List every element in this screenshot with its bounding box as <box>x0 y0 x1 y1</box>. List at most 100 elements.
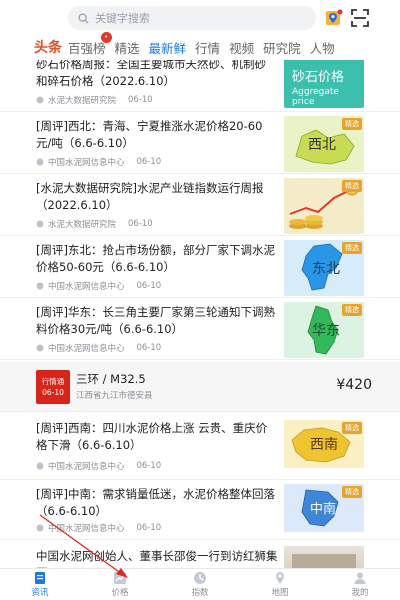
product-location: 江西省九江市德安县 <box>76 391 153 401</box>
news-thumbnail: 西南 精选 <box>284 420 364 468</box>
region-label: 华东 <box>312 323 340 339</box>
news-source: 水泥大数据研究院 <box>48 96 117 106</box>
news-thumbnail: 砂石价格 Aggregate price <box>284 60 364 108</box>
news-title: [水泥大数据研究院]水泥产业链指数运行周报（2022.6.10） <box>36 181 264 212</box>
product-name: 三环 / M32.5 <box>76 372 146 386</box>
map-marker-icon[interactable] <box>324 8 344 28</box>
market-quote-card[interactable]: 行情通 06-10 三环 / M32.5 江西省九江市德安县 ¥420 <box>0 362 400 412</box>
news-title: 中国水泥网创始人、董事长邵俊一行到访红狮集团 <box>36 549 278 568</box>
nav-label: 地图 <box>271 588 289 598</box>
bottom-navigation: 资讯 价格 指数 地图 我的 <box>0 568 400 600</box>
news-title: [周评]东北：抢占市场份额，部分厂家下调水泥价格50-60元（6.6-6.10） <box>36 243 275 274</box>
search-input[interactable]: 关键字搜索 <box>68 6 316 30</box>
news-item[interactable]: [周评]东北：抢占市场份额，部分厂家下调水泥价格50-60元（6.6-6.10）… <box>0 236 400 298</box>
market-badge: 行情通 06-10 <box>36 370 70 404</box>
news-title: [周评]西南：四川水泥价格上涨 云贵、重庆价格下滑（6.6-6.10） <box>36 421 268 452</box>
search-placeholder: 关键字搜索 <box>95 12 150 25</box>
news-meta: 中国水泥网信息中心 06-10 <box>36 342 161 354</box>
news-item[interactable]: 砂石价格周报：全国主要城市天然砂、机制砂和碎石价格（2022.6.10） 水泥大… <box>0 60 400 112</box>
news-item[interactable]: [周评]西南：四川水泥价格上涨 云贵、重庆价格下滑（6.6-6.10） 中国水泥… <box>0 414 400 480</box>
source-icon <box>36 462 44 470</box>
news-source: 中国水泥网信息中心 <box>48 462 125 472</box>
nav-news[interactable]: 资讯 <box>0 569 80 600</box>
news-meta: 中国水泥网信息中心 06-10 <box>36 156 161 168</box>
nav-label: 指数 <box>191 588 209 598</box>
news-item[interactable]: [周评]西北：青海、宁夏推涨水泥价格20-60元/吨（6.6-6.10） 中国水… <box>0 112 400 174</box>
news-source: 中国水泥网信息中心 <box>48 282 125 292</box>
news-meta: 水泥大数据研究院 06-10 <box>36 94 153 106</box>
region-label: 西南 <box>310 437 338 453</box>
featured-tag: 精选 <box>342 422 362 434</box>
nav-label: 资讯 <box>31 588 49 598</box>
news-meta: 中国水泥网信息中心 06-10 <box>36 522 161 534</box>
news-feed[interactable]: 砂石价格周报：全国主要城市天然砂、机制砂和碎石价格（2022.6.10） 水泥大… <box>0 60 400 568</box>
region-label: 东北 <box>312 261 340 277</box>
source-icon <box>36 524 44 532</box>
news-source: 中国水泥网信息中心 <box>48 158 125 168</box>
tab-research[interactable]: 研究院 <box>263 38 301 57</box>
featured-tag: 精选 <box>342 486 362 498</box>
tab-people[interactable]: 人物 <box>310 38 335 57</box>
news-meta: 中国水泥网信息中心 06-10 <box>36 280 161 292</box>
news-date: 06-10 <box>136 523 162 533</box>
news-thumbnail: 中南 精选 <box>284 484 364 532</box>
news-meta: 水泥大数据研究院 06-10 <box>36 218 153 230</box>
tab-market[interactable]: 行情 <box>195 38 220 57</box>
tab-headline[interactable]: 头条 <box>34 37 62 57</box>
news-source: 中国水泥网信息中心 <box>48 524 125 534</box>
news-title: 砂石价格周报：全国主要城市天然砂、机制砂和碎石价格（2022.6.10） <box>36 60 266 88</box>
tab-video[interactable]: 视频 <box>229 38 254 57</box>
nav-map[interactable]: 地图 <box>240 569 320 600</box>
news-item[interactable]: 中国水泥网创始人、董事长邵俊一行到访红狮集团 <box>0 540 400 568</box>
news-item[interactable]: [周评]中南：需求销量低迷，水泥价格整体回落（6.6-6.10） 中国水泥网信息… <box>0 480 400 540</box>
price-chart-icon <box>114 572 126 584</box>
profile-icon <box>354 572 366 584</box>
badge-title: 行情通 <box>41 377 65 386</box>
source-icon <box>36 220 44 228</box>
news-item[interactable]: [水泥大数据研究院]水泥产业链指数运行周报（2022.6.10） 水泥大数据研究… <box>0 174 400 236</box>
news-title: [周评]华东：长三角主要厂家第三轮通知下调熟料价格30元/吨（6.6-6.10） <box>36 305 275 336</box>
featured-tag: 精选 <box>342 304 362 316</box>
featured-tag: 精选 <box>342 242 362 254</box>
news-title: [周评]西北：青海、宁夏推涨水泥价格20-60元/吨（6.6-6.10） <box>36 119 263 150</box>
news-thumbnail <box>284 546 364 568</box>
news-source: 水泥大数据研究院 <box>48 220 117 230</box>
map-icon <box>276 572 284 584</box>
region-label: 中南 <box>310 502 337 517</box>
tab-featured[interactable]: 精选 <box>115 38 140 57</box>
scan-icon[interactable] <box>350 8 370 28</box>
news-date: 06-10 <box>136 281 162 291</box>
source-icon <box>36 344 44 352</box>
news-date: 06-10 <box>136 157 162 167</box>
thumb-line2: Aggregate price <box>292 87 339 107</box>
featured-tag: 精选 <box>342 180 362 192</box>
search-icon <box>78 12 89 24</box>
source-icon <box>36 158 44 166</box>
category-tabs: 头条 百强榜 • 精选 最新鲜 行情 视频 研究院 人物 <box>0 31 400 60</box>
news-thumbnail: 华东 精选 <box>284 302 364 358</box>
top-bar: 关键字搜索 <box>0 0 400 34</box>
nav-profile[interactable]: 我的 <box>320 569 400 600</box>
news-meta: 中国水泥网信息中心 06-10 <box>36 460 161 472</box>
source-icon <box>36 96 44 104</box>
nav-label: 价格 <box>111 588 129 598</box>
region-label: 西北 <box>308 137 336 153</box>
product-price: ¥420 <box>336 377 372 393</box>
news-icon <box>35 572 45 584</box>
news-date: 06-10 <box>128 95 153 105</box>
news-thumbnail: 西北 精选 <box>284 116 364 172</box>
news-date: 06-10 <box>136 343 162 353</box>
tab-latest[interactable]: 最新鲜 <box>149 38 187 57</box>
news-thumbnail: 东北 精选 <box>284 240 364 296</box>
tab-top100[interactable]: 百强榜 • <box>68 31 112 57</box>
news-date: 06-10 <box>128 219 153 229</box>
news-title: [周评]中南：需求销量低迷，水泥价格整体回落（6.6-6.10） <box>36 487 275 518</box>
news-date: 06-10 <box>136 461 162 471</box>
index-icon <box>194 572 206 584</box>
nav-price[interactable]: 价格 <box>80 569 160 600</box>
news-item[interactable]: [周评]华东：长三角主要厂家第三轮通知下调熟料价格30元/吨（6.6-6.10）… <box>0 298 400 360</box>
nav-index[interactable]: 指数 <box>160 569 240 600</box>
source-icon <box>36 282 44 290</box>
news-source: 中国水泥网信息中心 <box>48 344 125 354</box>
photo-placeholder <box>292 554 356 568</box>
